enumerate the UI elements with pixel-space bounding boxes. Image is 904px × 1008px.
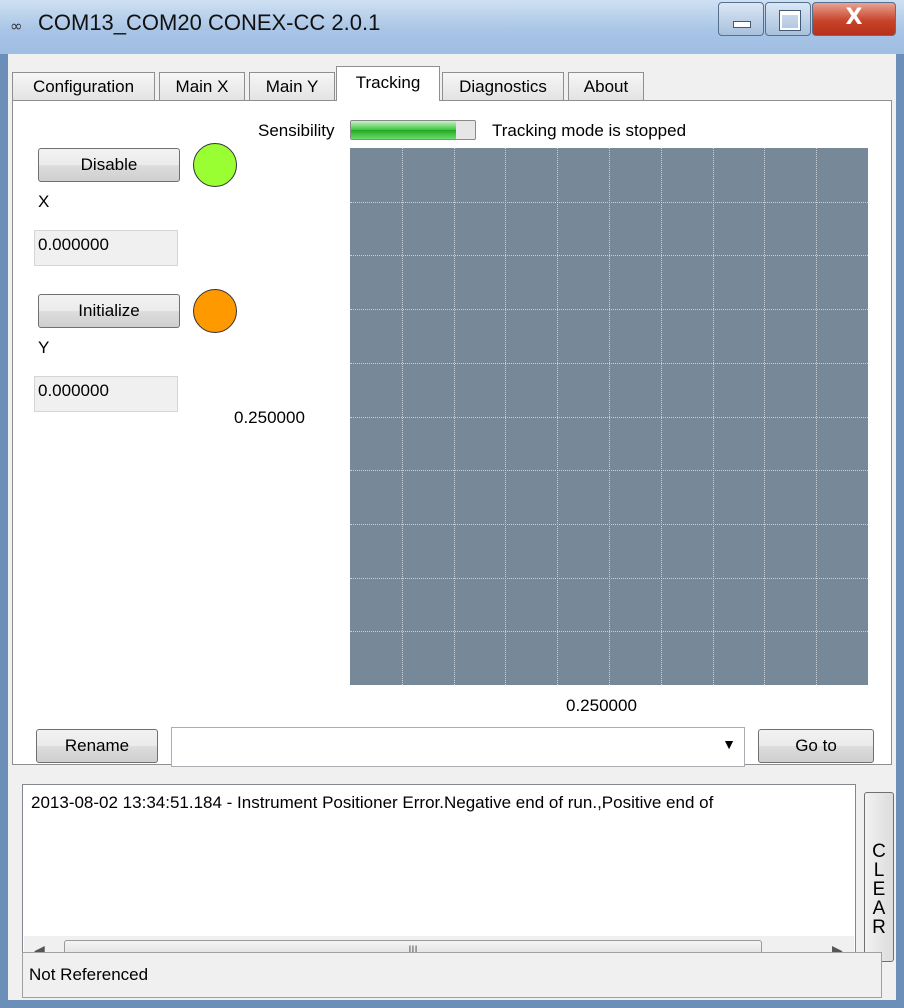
plot-grid-hline xyxy=(350,631,868,633)
status-text: Not Referenced xyxy=(22,952,882,998)
x-label: X xyxy=(38,192,50,211)
y-scale-label: 0.250000 xyxy=(234,408,305,427)
position-combo[interactable]: ▼ xyxy=(171,727,745,767)
app-window: ∞ COM13_COM20 CONEX-CC 2.0.1 X Configura… xyxy=(0,0,904,1008)
sensibility-bar[interactable] xyxy=(350,120,476,140)
clear-letter: E xyxy=(872,878,886,900)
minimize-icon xyxy=(733,21,751,28)
minimize-button[interactable] xyxy=(718,2,764,36)
status-bar: Not Referenced xyxy=(22,952,896,1000)
clear-letter: C xyxy=(872,840,886,862)
tab-diagnostics[interactable]: Diagnostics xyxy=(442,72,564,100)
close-button[interactable]: X xyxy=(812,2,896,36)
goto-button[interactable]: Go to xyxy=(758,729,874,763)
x-value-field: 0.000000 xyxy=(34,230,178,266)
plot-grid-hline xyxy=(350,523,868,525)
rename-button[interactable]: Rename xyxy=(36,729,158,763)
y-label: Y xyxy=(38,338,50,357)
clear-letter: L xyxy=(873,859,885,881)
plot-grid-hline xyxy=(350,416,868,418)
log-list[interactable]: 2013-08-02 13:34:51.184 - Instrument Pos… xyxy=(22,784,856,968)
tab-configuration[interactable]: Configuration xyxy=(12,72,155,100)
x-scale-label: 0.250000 xyxy=(566,696,637,715)
title-bar[interactable]: ∞ COM13_COM20 CONEX-CC 2.0.1 X xyxy=(0,0,904,54)
maximize-icon xyxy=(780,11,800,30)
tab-main-y[interactable]: Main Y xyxy=(249,72,335,100)
sensibility-label: Sensibility xyxy=(258,121,335,140)
disable-button[interactable]: Disable xyxy=(38,148,180,182)
close-icon: X xyxy=(845,5,863,30)
enable-status-led xyxy=(193,143,237,187)
tracking-status-text: Tracking mode is stopped xyxy=(492,121,687,140)
plot-grid-hline xyxy=(350,577,868,579)
log-line: 2013-08-02 13:34:51.184 - Instrument Pos… xyxy=(31,793,714,812)
clear-label: CLEAR xyxy=(865,842,893,937)
tab-tracking[interactable]: Tracking xyxy=(336,66,440,101)
window-title: COM13_COM20 CONEX-CC 2.0.1 xyxy=(38,10,381,35)
clear-log-button[interactable]: CLEAR xyxy=(864,792,894,962)
link-icon: ∞ xyxy=(10,17,23,35)
y-value-field: 0.000000 xyxy=(34,376,178,412)
maximize-button[interactable] xyxy=(765,2,811,36)
clear-letter: R xyxy=(872,916,886,938)
clear-letter: A xyxy=(872,897,886,919)
chevron-down-icon[interactable]: ▼ xyxy=(722,736,736,752)
initialize-status-led xyxy=(193,289,237,333)
tab-main-x[interactable]: Main X xyxy=(159,72,245,100)
sensibility-fill xyxy=(351,121,457,139)
plot-grid-vline xyxy=(712,148,714,685)
plot-grid-vline xyxy=(660,148,662,685)
initialize-button[interactable]: Initialize xyxy=(38,294,180,328)
tab-about[interactable]: About xyxy=(568,72,644,100)
plot-grid-hline xyxy=(350,470,868,472)
plot-grid-vline xyxy=(764,148,766,685)
plot-grid-vline xyxy=(816,148,818,685)
tracking-plot[interactable] xyxy=(350,148,868,685)
